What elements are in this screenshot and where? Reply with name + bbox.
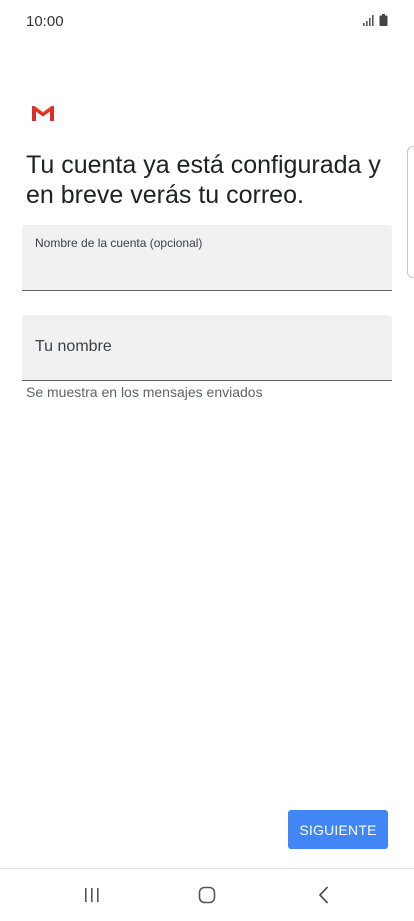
next-button[interactable]: SIGUIENTE [288,810,388,849]
status-icons [362,13,390,27]
gmail-logo-icon [32,106,54,121]
page-title: Tu cuenta ya está configurada y en breve… [26,151,381,209]
your-name-input[interactable] [34,350,374,372]
status-time: 10:00 [26,13,64,30]
account-name-input[interactable] [34,260,374,282]
your-name-field[interactable]: Tu nombre [22,315,392,381]
scroll-indicator[interactable] [407,146,414,278]
home-icon[interactable] [192,883,222,907]
status-bar: 10:00 [0,0,414,44]
account-name-field[interactable]: Nombre de la cuenta (opcional) [22,225,392,291]
signal-icon [363,15,374,26]
back-icon[interactable] [309,883,339,907]
battery-icon [379,14,388,26]
your-name-helper: Se muestra en los mensajes enviados [26,384,263,400]
recents-icon[interactable] [77,883,107,907]
navigation-bar [0,868,414,921]
account-name-label: Nombre de la cuenta (opcional) [35,236,203,250]
